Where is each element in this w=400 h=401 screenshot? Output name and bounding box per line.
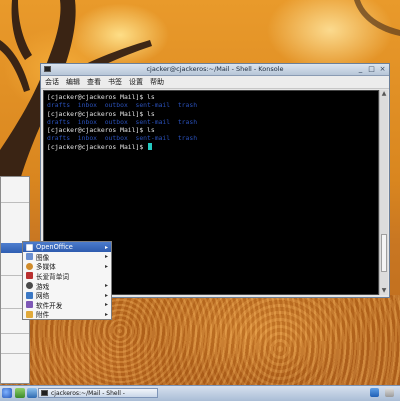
- submenu-item-games[interactable]: 游戏 ▸: [23, 281, 111, 291]
- terminal-line: [cjacker@cjackeros Mail]$ ls: [47, 109, 155, 118]
- chevron-right-icon: ▸: [104, 301, 108, 309]
- menu-separator: [1, 202, 29, 203]
- konsole-task-icon: [41, 390, 48, 396]
- terminal-scrollbar[interactable]: ▲ ▼: [379, 90, 388, 295]
- chevron-right-icon: ▸: [104, 262, 108, 270]
- accessories-icon: [26, 310, 33, 318]
- openoffice-icon: [26, 243, 33, 251]
- menubar: 会话 编辑 查看 书签 设置 帮助: [41, 76, 389, 89]
- submenu-item-multimedia[interactable]: 多媒体 ▸: [23, 262, 111, 271]
- image-icon: [26, 253, 33, 261]
- chevron-right-icon: ▸: [104, 282, 108, 290]
- menu-help[interactable]: 帮助: [150, 77, 164, 87]
- submenu-item-image[interactable]: 图像 ▸: [23, 252, 111, 262]
- chevron-right-icon: ▸: [104, 291, 108, 299]
- submenu-item-development[interactable]: 软件开发 ▸: [23, 300, 111, 310]
- network-tray-icon[interactable]: [370, 388, 379, 397]
- menu-view[interactable]: 查看: [87, 77, 101, 87]
- window-titlebar[interactable]: cjacker@cjackeros:~/Mail - Shell - Konso…: [41, 64, 389, 76]
- minimize-button[interactable]: _: [357, 65, 364, 73]
- vocabulary-icon: [26, 272, 33, 280]
- menu-bookmarks[interactable]: 书签: [108, 77, 122, 87]
- development-icon: [26, 301, 33, 309]
- terminal-output: drafts inbox outbox sent-mail trash: [47, 101, 198, 110]
- maximize-button[interactable]: □: [368, 65, 375, 73]
- show-desktop-icon[interactable]: [15, 388, 25, 398]
- web-browser-icon[interactable]: [27, 388, 37, 398]
- chevron-right-icon: ▸: [104, 243, 108, 251]
- terminal-line: [cjacker@cjackeros Mail]$ ls: [47, 93, 155, 101]
- menu-settings[interactable]: 设置: [129, 77, 143, 87]
- games-icon: [26, 282, 33, 290]
- scroll-down-arrow-icon[interactable]: ▼: [380, 287, 388, 295]
- k-menu-button-icon[interactable]: [2, 388, 12, 398]
- window-title: cjacker@cjackeros:~/Mail - Shell - Konso…: [146, 65, 284, 73]
- taskbar: cjackeros:~/Mail - Shell -: [0, 385, 400, 401]
- chevron-right-icon: ▸: [104, 253, 108, 261]
- clock-tray-icon[interactable]: [385, 388, 394, 397]
- menu-separator: [1, 333, 29, 334]
- taskbar-task-label: cjackeros:~/Mail - Shell -: [51, 389, 125, 397]
- submenu-item-openoffice[interactable]: OpenOffice ▸: [23, 242, 111, 252]
- menu-separator: [1, 353, 29, 354]
- chevron-right-icon: ▸: [104, 310, 108, 318]
- taskbar-task-konsole[interactable]: cjackeros:~/Mail - Shell -: [38, 388, 158, 398]
- terminal-output: drafts inbox outbox sent-mail trash: [47, 134, 198, 143]
- applications-submenu[interactable]: OpenOffice ▸ 图像 ▸ 多媒体 ▸ 长爱背单词 游戏 ▸ 网络 ▸ …: [22, 241, 112, 320]
- submenu-item-vocabulary[interactable]: 长爱背单词: [23, 271, 111, 281]
- scroll-up-arrow-icon[interactable]: ▲: [380, 90, 388, 98]
- network-icon: [26, 291, 33, 299]
- menu-session[interactable]: 会话: [45, 77, 59, 87]
- text-cursor: [148, 142, 153, 150]
- multimedia-icon: [26, 262, 33, 270]
- submenu-item-accessories[interactable]: 附件 ▸: [23, 310, 111, 319]
- submenu-item-network[interactable]: 网络 ▸: [23, 290, 111, 300]
- terminal-line: [cjacker@cjackeros Mail]$: [47, 142, 375, 151]
- terminal-output: drafts inbox outbox sent-mail trash: [47, 117, 198, 126]
- menu-edit[interactable]: 编辑: [66, 77, 80, 87]
- terminal-line: [cjacker@cjackeros Mail]$ ls: [47, 126, 155, 135]
- scrollbar-thumb[interactable]: [381, 234, 387, 272]
- close-button[interactable]: ×: [379, 65, 386, 73]
